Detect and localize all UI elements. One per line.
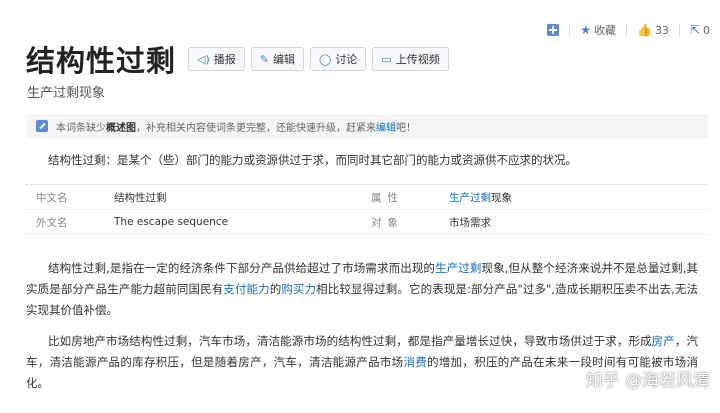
share-icon: ⇱ [689, 23, 700, 37]
chat-icon: ◯ [319, 52, 332, 66]
info-row: 外文名 The escape sequence 对象 市场需求 [26, 210, 708, 235]
divider [569, 24, 571, 36]
info-key: 中文名 [36, 191, 68, 204]
info-value-text: 现象 [491, 191, 512, 204]
edit-button[interactable]: ✎ 编辑 [250, 47, 304, 71]
page-title: 结构性过剩 [26, 44, 177, 78]
notice-bold: 概述图 [106, 122, 136, 134]
like-button[interactable]: 👍 33 [637, 23, 669, 37]
notice-mid: ，补充相关内容使词条更完整，还能快速升级，赶紧来 [136, 122, 376, 134]
divider [625, 24, 627, 36]
info-link[interactable]: 生产过剩 [449, 192, 491, 204]
info-row: 中文名 结构性过剩 属性 生产过剩现象 [26, 185, 708, 210]
discuss-label: 讨论 [335, 53, 358, 66]
notice-edit-link[interactable]: 编辑 [376, 123, 396, 134]
notice-bar: 本词条缺少概述图，补充相关内容使词条更完整，还能快速升级，赶紧来编辑吧！ [26, 114, 708, 138]
discuss-button[interactable]: ◯ 讨论 [310, 47, 367, 71]
share-count: 0 [703, 23, 710, 37]
notice-post: 吧！ [396, 122, 416, 134]
like-count: 33 [654, 23, 669, 37]
info-value: 结构性过剩 [114, 191, 167, 204]
paragraph-text: 比如房地产市场结构性过剩，汽车市场，清洁能源市场的结构性过剩，都是指产量增长过快… [48, 334, 652, 348]
basic-info-table: 中文名 结构性过剩 属性 生产过剩现象 外文名 The escape seque… [26, 184, 708, 235]
info-value: 市场需求 [449, 215, 491, 230]
info-value: The escape sequence [114, 216, 229, 228]
info-value: 生产过剩现象 [449, 190, 512, 205]
divider [678, 24, 680, 36]
entry-action-buttons: ◁) 播报 ✎ 编辑 ◯ 讨论 ▭ 上传视频 [188, 47, 449, 71]
add-icon[interactable] [547, 24, 560, 36]
paragraph-text: 的 [269, 282, 282, 296]
inline-link[interactable]: 房产 [652, 334, 675, 348]
upload-video-button[interactable]: ▭ 上传视频 [372, 47, 449, 71]
info-key: 属性 [371, 191, 404, 204]
inline-link[interactable]: 购买力 [281, 282, 316, 296]
entry-toolbar: ★ 收藏 👍 33 ⇱ 0 [547, 22, 710, 38]
broadcast-button[interactable]: ◁) 播报 [188, 47, 245, 71]
paragraph-text: 结构性过剩,是指在一定的经济条件下部分产品供给超过了市场需求而出现的 [48, 261, 436, 275]
title-row: 结构性过剩 ◁) 播报 ✎ 编辑 ◯ 讨论 ▭ 上传视频 [26, 38, 449, 80]
inline-link[interactable]: 消费 [403, 355, 427, 369]
video-icon: ▭ [381, 52, 392, 66]
notice-text: 本词条缺少概述图，补充相关内容使词条更完整，还能快速升级，赶紧来编辑吧！ [56, 119, 416, 134]
info-key: 外文名 [36, 216, 68, 229]
pencil-icon: ✎ [259, 52, 269, 66]
body-paragraph: 结构性过剩,是指在一定的经济条件下部分产品供给超过了市场需求而出现的生产过剩现象… [26, 258, 698, 321]
watermark: 知乎 @海若风清 [585, 371, 710, 391]
edit-icon [36, 120, 48, 132]
info-key: 对象 [371, 216, 404, 229]
edit-label: 编辑 [273, 53, 295, 66]
collect-button[interactable]: ★ 收藏 [580, 22, 616, 38]
inline-link[interactable]: 生产过剩 [435, 261, 481, 275]
entry-subtitle: 生产过剩现象 [27, 86, 106, 101]
upload-video-label: 上传视频 [395, 53, 440, 66]
info-value-text: 市场需求 [449, 216, 491, 229]
speaker-icon: ◁) [197, 52, 210, 66]
broadcast-label: 播报 [213, 53, 236, 66]
notice-pre: 本词条缺少 [56, 122, 106, 134]
share-button[interactable]: ⇱ 0 [690, 23, 710, 37]
star-icon: ★ [580, 23, 591, 37]
collect-label: 收藏 [593, 24, 616, 37]
inline-link[interactable]: 支付能力 [223, 282, 269, 296]
thumbs-up-icon: 👍 [636, 23, 652, 37]
summary-text: 结构性过剩：是某个（些）部门的能力或资源供过于求，而同时其它部门的能力或资源供不… [48, 153, 577, 167]
